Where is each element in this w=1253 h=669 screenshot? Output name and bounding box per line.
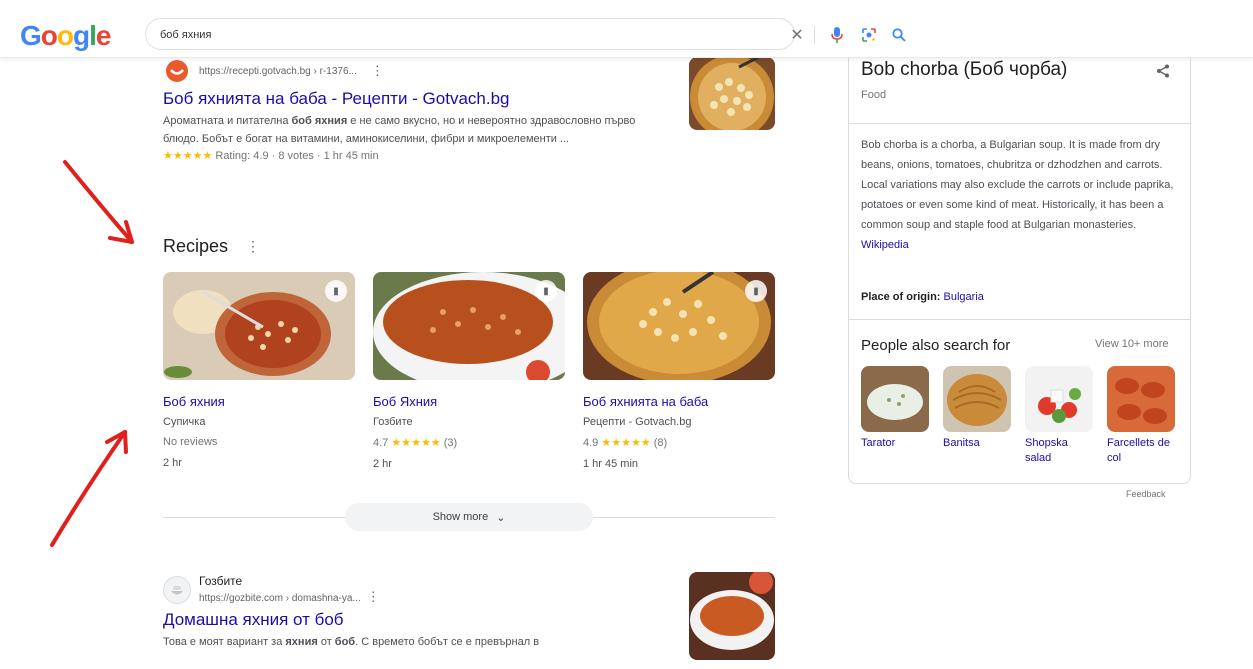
search-input[interactable] <box>160 25 640 45</box>
clear-icon[interactable]: ✕ <box>786 24 808 46</box>
recipe-image[interactable]: ▮ <box>583 272 775 380</box>
bookmark-icon[interactable]: ▮ <box>325 280 347 302</box>
top-bar: Google ✕ <box>0 0 1253 58</box>
rating-stars: ★★★★★ <box>163 150 213 162</box>
pas-item[interactable]: Banitsa <box>943 366 1011 451</box>
pas-label[interactable]: Banitsa <box>943 436 1011 451</box>
recipe-rating: 4.9 ★★★★★ (8) <box>583 437 668 449</box>
recipe-rating: No reviews <box>163 436 218 448</box>
recipe-source: Гозбите <box>373 416 413 428</box>
pas-label[interactable]: Tarator <box>861 436 929 451</box>
kp-divider <box>849 319 1190 320</box>
pas-item[interactable]: Shopska salad <box>1025 366 1093 466</box>
result-thumbnail[interactable] <box>689 57 775 130</box>
recipe-card[interactable]: ▮ Боб Яхния Гозбите 4.7 ★★★★★ (3) 2 hr <box>373 272 565 470</box>
pas-image[interactable] <box>1025 366 1093 432</box>
recipes-more-icon[interactable]: ⋮ <box>246 238 260 255</box>
google-logo[interactable]: Google <box>20 20 111 52</box>
recipe-title-link[interactable]: Боб яхния <box>163 394 355 409</box>
recipes-heading: Recipes ⋮ <box>163 236 261 256</box>
pas-image[interactable] <box>943 366 1011 432</box>
result-snippet: Това е моят вариант за яхния от боб. С в… <box>163 636 540 648</box>
gozbite-favicon-icon <box>163 576 191 604</box>
kp-divider <box>849 123 1190 124</box>
recipe-time: 1 hr 45 min <box>583 458 639 470</box>
search-result-gozbite: Гозбите https://gozbite.com › domashna-y… <box>163 574 683 651</box>
recipe-time: 2 hr <box>163 457 182 469</box>
microphone-icon[interactable] <box>826 24 848 46</box>
feedback-link[interactable]: Feedback <box>1126 489 1166 499</box>
bookmark-icon[interactable]: ▮ <box>535 280 557 302</box>
recipe-image[interactable]: ▮ <box>373 272 565 380</box>
result-site-row: https://recepti.gotvach.bg › r-1376... ⋮ <box>163 57 683 85</box>
share-icon[interactable] <box>1151 59 1175 83</box>
kp-type: Food <box>861 89 887 101</box>
recipe-rating: 4.7 ★★★★★ (3) <box>373 437 458 449</box>
view-more-link[interactable]: View 10+ more <box>1095 338 1168 350</box>
result-snippet: Ароматната и питателна боб яхния е не са… <box>163 115 636 145</box>
bookmark-icon[interactable]: ▮ <box>745 280 767 302</box>
search-box: ✕ <box>145 18 906 50</box>
rating-stars: ★★★★★ <box>601 437 651 449</box>
recipe-source: Рецепти - Gotvach.bg <box>583 416 692 428</box>
kp-fact-origin: Place of origin: Bulgaria <box>861 291 984 303</box>
search-result-gotvach: https://recepti.gotvach.bg › r-1376... ⋮… <box>163 57 683 162</box>
pas-item[interactable]: Tarator <box>861 366 929 451</box>
kp-description: Bob chorba is a chorba, a Bulgarian soup… <box>861 139 1174 251</box>
recipe-title-link[interactable]: Боб яхнията на баба <box>583 394 775 409</box>
recipe-title-link[interactable]: Боб Яхния <box>373 394 565 409</box>
knowledge-panel: Bob chorba (Боб чорба) Food Bob chorba i… <box>848 50 1191 484</box>
recipe-source: Супичка <box>163 416 206 428</box>
recipe-image[interactable]: ▮ <box>163 272 355 380</box>
result-more-icon[interactable]: ⋮ <box>367 589 380 604</box>
result-title-link[interactable]: Боб яхнията на баба - Рецепти - Gotvach.… <box>163 89 683 109</box>
result-thumbnail[interactable] <box>689 572 775 660</box>
result-more-icon[interactable]: ⋮ <box>371 63 384 79</box>
recipe-card[interactable]: ▮ Боб яхнията на баба Рецепти - Gotvach.… <box>583 272 775 470</box>
annotation-arrows <box>50 160 134 547</box>
wikipedia-link[interactable]: Wikipedia <box>861 239 909 251</box>
people-also-search-heading: People also search for <box>861 337 1011 354</box>
result-rating: ★★★★★ Rating: 4.9 · 8 votes · 1 hr 45 mi… <box>163 150 379 162</box>
lens-icon[interactable] <box>858 24 880 46</box>
chevron-down-icon: ⌄ <box>496 511 506 524</box>
search-divider <box>814 26 815 44</box>
pas-image[interactable] <box>861 366 929 432</box>
result-url: https://recepti.gotvach.bg › r-1376... <box>199 65 357 77</box>
show-more-button[interactable]: Show more ⌄ <box>345 503 593 531</box>
pas-label[interactable]: Shopska salad <box>1025 436 1093 466</box>
result-site-row: Гозбите https://gozbite.com › domashna-y… <box>163 574 683 606</box>
kp-title: Bob chorba (Боб чорба) <box>861 59 1068 80</box>
gotvach-favicon-icon <box>163 57 191 85</box>
result-url: https://gozbite.com › domashna-ya... <box>199 593 361 604</box>
search-icon[interactable] <box>888 24 910 46</box>
result-title-link[interactable]: Домашна яхния от боб <box>163 610 683 630</box>
pas-item[interactable]: Farcellets de col <box>1107 366 1175 466</box>
recipe-card[interactable]: ▮ Боб яхния Супичка No reviews 2 hr <box>163 272 355 469</box>
pas-image[interactable] <box>1107 366 1175 432</box>
result-site-name: Гозбите <box>199 574 243 588</box>
pas-label[interactable]: Farcellets de col <box>1107 436 1175 466</box>
bulgaria-link[interactable]: Bulgaria <box>944 291 984 303</box>
rating-stars: ★★★★★ <box>391 437 441 449</box>
recipe-time: 2 hr <box>373 458 392 470</box>
